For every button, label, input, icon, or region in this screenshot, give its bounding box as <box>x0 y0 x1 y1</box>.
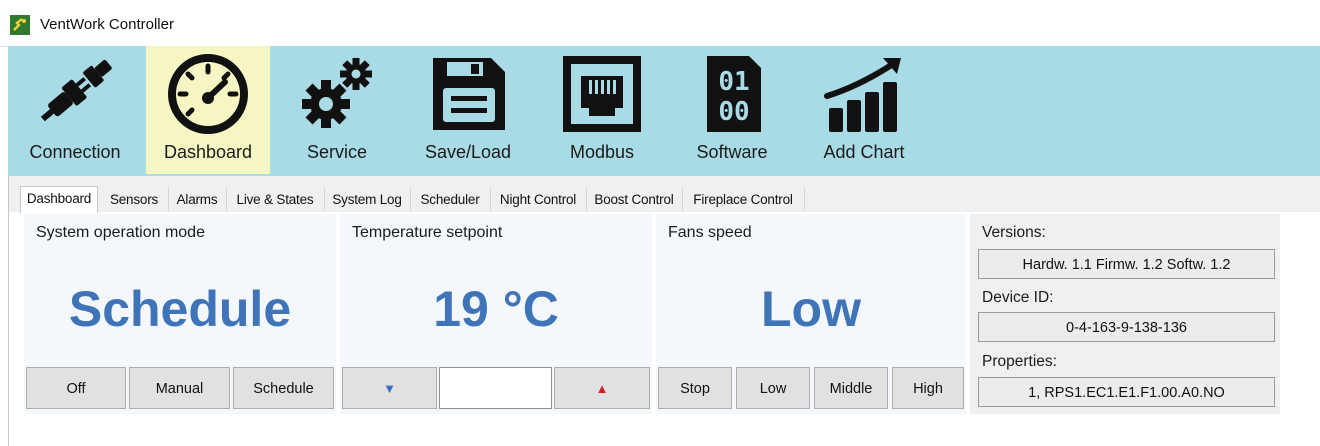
operation-mode-value: Schedule <box>68 281 292 337</box>
temperature-value: 19 °C <box>433 281 559 337</box>
device-id-field: 0-4-163-9-138-136 <box>978 312 1275 342</box>
ribbon-label-save-load: Save/Load <box>424 142 512 162</box>
tab-alarms[interactable]: Alarms <box>168 188 227 211</box>
fan-high-button[interactable]: High <box>892 367 964 409</box>
temperature-panel: Temperature setpoint 19 °C ▼ ▲ <box>340 214 652 414</box>
ribbon-label-connection: Connection <box>29 142 121 162</box>
tab-scheduler[interactable]: Scheduler <box>410 188 491 211</box>
tab-fireplace-control[interactable]: Fireplace Control <box>682 188 805 211</box>
title-bar: VentWork Controller <box>0 0 1320 47</box>
software-button[interactable]: 01 00 Software <box>668 46 796 174</box>
fans-speed-title: Fans speed <box>668 224 752 241</box>
window-title: VentWork Controller <box>40 16 174 33</box>
tab-strip: Dashboard Sensors Alarms Live & States S… <box>8 176 1320 213</box>
plug-icon <box>30 52 120 136</box>
temperature-decrease-button[interactable]: ▼ <box>342 367 437 409</box>
fan-stop-button[interactable]: Stop <box>658 367 732 409</box>
ribbon-label-service: Service <box>306 142 368 162</box>
gauge-icon <box>163 52 253 136</box>
fan-low-button[interactable]: Low <box>736 367 810 409</box>
device-info-panel: Versions: Hardw. 1.1 Firmw. 1.2 Softw. 1… <box>970 214 1280 414</box>
svg-text:01: 01 <box>718 67 749 97</box>
save-load-button[interactable]: Save/Load <box>406 46 530 174</box>
connection-button[interactable]: Connection <box>8 46 142 174</box>
device-id-label: Device ID: <box>982 289 1054 306</box>
operation-mode-title: System operation mode <box>36 224 205 241</box>
binary-icon: 01 00 <box>687 52 777 136</box>
arrow-up-icon: ▲ <box>595 381 609 396</box>
fan-middle-button[interactable]: Middle <box>814 367 888 409</box>
mode-off-button[interactable]: Off <box>26 367 126 409</box>
tab-dashboard[interactable]: Dashboard <box>20 186 98 213</box>
modbus-button[interactable]: Modbus <box>538 46 666 174</box>
service-button[interactable]: Service <box>272 46 402 174</box>
versions-label: Versions: <box>982 224 1046 241</box>
tab-live-states[interactable]: Live & States <box>226 188 325 211</box>
bar-chart-icon <box>819 52 909 136</box>
content-border <box>8 176 9 446</box>
tab-system-log[interactable]: System Log <box>324 188 411 211</box>
svg-text:00: 00 <box>718 97 749 127</box>
temperature-title: Temperature setpoint <box>352 224 503 241</box>
gears-icon <box>292 52 382 136</box>
tab-night-control[interactable]: Night Control <box>490 188 587 211</box>
fans-speed-value: Low <box>761 281 861 337</box>
temperature-setpoint-input[interactable] <box>439 367 552 409</box>
ethernet-port-icon <box>557 52 647 136</box>
tab-sensors[interactable]: Sensors <box>100 188 169 211</box>
mode-schedule-button[interactable]: Schedule <box>233 367 334 409</box>
dashboard-button[interactable]: Dashboard <box>146 46 270 174</box>
add-chart-button[interactable]: Add Chart <box>800 46 928 174</box>
properties-label: Properties: <box>982 353 1057 370</box>
ribbon-label-dashboard: Dashboard <box>163 142 253 162</box>
operation-mode-panel: System operation mode Schedule Off Manua… <box>24 214 336 414</box>
ribbon-label-modbus: Modbus <box>569 142 635 162</box>
tab-boost-control[interactable]: Boost Control <box>586 188 683 211</box>
ribbon-label-software: Software <box>696 142 768 162</box>
properties-field: 1, RPS1.EC1.E1.F1.00.A0.NO <box>978 377 1275 407</box>
ribbon-toolbar: Connection Dashboard Service Save/Load M… <box>8 46 1320 176</box>
mode-manual-button[interactable]: Manual <box>129 367 230 409</box>
ribbon-label-add-chart: Add Chart <box>823 142 905 162</box>
temperature-increase-button[interactable]: ▲ <box>554 367 650 409</box>
versions-field: Hardw. 1.1 Firmw. 1.2 Softw. 1.2 <box>978 249 1275 279</box>
floppy-disk-icon <box>423 52 513 136</box>
fans-speed-panel: Fans speed Low Stop Low Middle High <box>656 214 966 414</box>
ventwork-app-icon <box>10 15 30 35</box>
arrow-down-icon: ▼ <box>383 381 396 396</box>
